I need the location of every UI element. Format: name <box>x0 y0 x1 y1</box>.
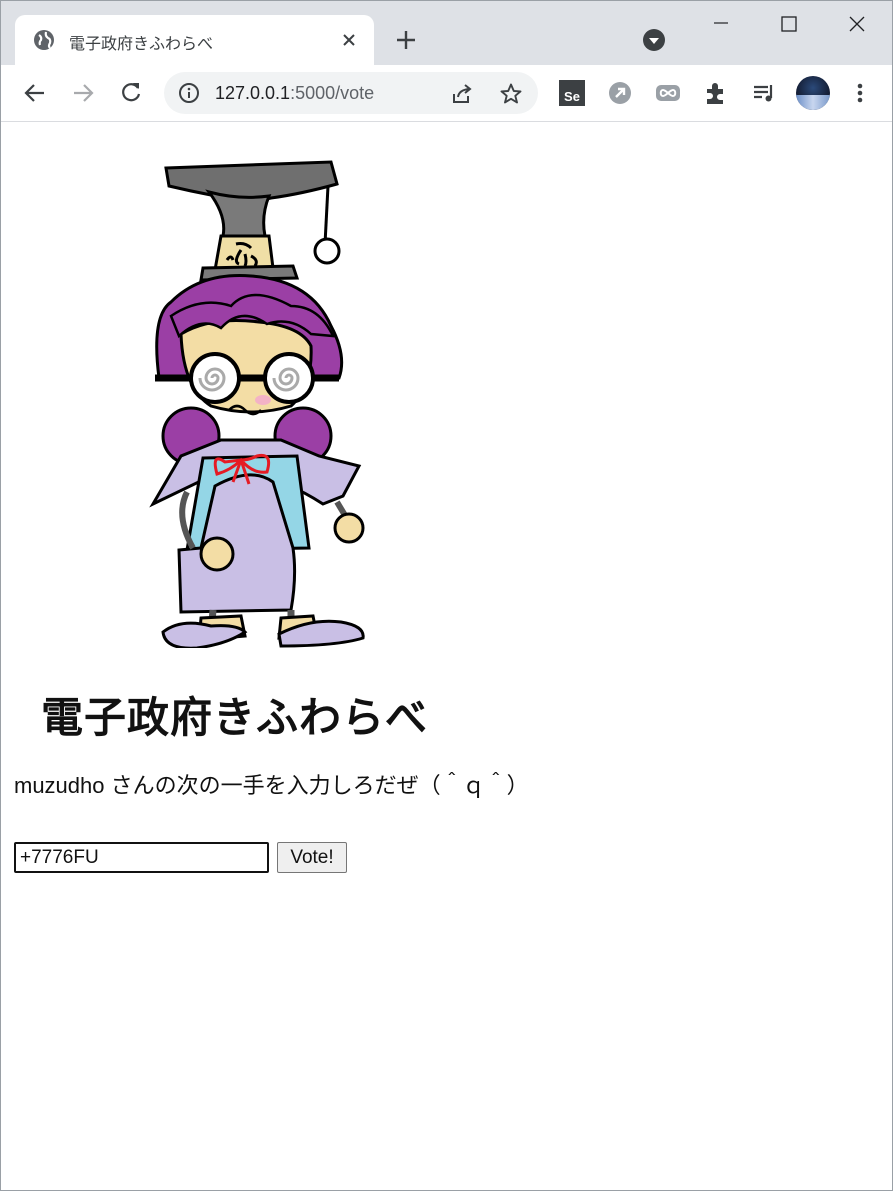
selenium-label: Se <box>564 89 580 104</box>
minimize-icon[interactable] <box>699 9 743 41</box>
circle-arrow-icon[interactable] <box>607 80 633 106</box>
tab-title: 電子政府きふわらべ <box>69 34 214 53</box>
site-logo-text: 電子政府きふわらべ <box>41 693 429 742</box>
reload-icon[interactable] <box>117 79 145 107</box>
back-arrow-icon[interactable] <box>21 79 49 107</box>
profile-avatar[interactable] <box>796 76 830 110</box>
close-icon[interactable] <box>339 30 359 50</box>
browser-titlebar: 電子政府きふわらべ <box>1 1 892 65</box>
media-queue-icon[interactable] <box>751 80 777 106</box>
page-content: 電子政府きふわらべ muzudho さんの次の一手を入力しろだぜ（＾ｑ＾） Vo… <box>1 122 892 1190</box>
vote-button[interactable]: Vote! <box>277 842 347 873</box>
menu-kebab-icon[interactable] <box>846 79 874 107</box>
new-tab-icon[interactable] <box>393 27 419 53</box>
share-icon[interactable] <box>450 82 474 106</box>
maximize-icon[interactable] <box>767 9 811 41</box>
browser-toolbar: 127.0.0.1:5000/vote Se <box>1 65 892 122</box>
move-prompt: muzudho さんの次の一手を入力しろだぜ（＾ｑ＾） <box>14 773 529 798</box>
browser-tab[interactable]: 電子政府きふわらべ <box>15 15 374 65</box>
globe-icon <box>34 30 54 50</box>
selenium-ide-icon[interactable]: Se <box>559 80 585 106</box>
star-icon[interactable] <box>499 82 523 106</box>
puzzle-icon[interactable] <box>703 80 729 106</box>
window-close-icon[interactable] <box>835 9 879 41</box>
move-input[interactable] <box>14 842 269 873</box>
tab-search-icon[interactable] <box>642 28 666 52</box>
forward-arrow-icon[interactable] <box>69 79 97 107</box>
url-host: 127.0.0.1 <box>215 83 291 103</box>
info-icon[interactable] <box>178 82 200 104</box>
url-path: :5000/vote <box>290 83 375 103</box>
infinity-icon[interactable] <box>655 80 681 106</box>
address-bar[interactable]: 127.0.0.1:5000/vote <box>164 72 538 114</box>
url-text[interactable]: 127.0.0.1:5000/vote <box>215 83 374 104</box>
mascot-illustration <box>149 160 365 648</box>
